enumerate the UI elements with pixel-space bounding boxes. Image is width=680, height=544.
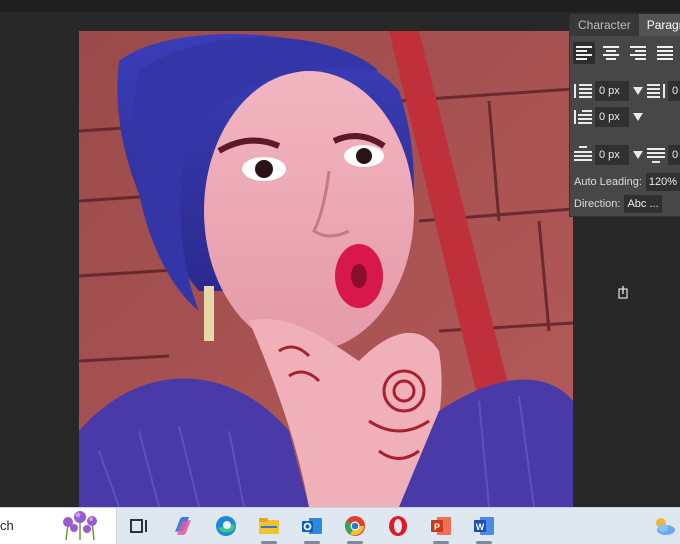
align-left-icon xyxy=(576,46,592,60)
align-center-icon xyxy=(603,46,619,60)
auto-leading-row: Auto Leading: 120% xyxy=(574,171,680,193)
align-center-button[interactable] xyxy=(600,42,622,64)
space-after-icon xyxy=(647,148,665,163)
top-bar xyxy=(0,0,680,12)
auto-leading-label: Auto Leading: xyxy=(574,176,642,188)
indent-left-field[interactable]: 0 px xyxy=(595,81,629,101)
paragraph-panel: Character Paragraph 0 px xyxy=(569,14,680,217)
first-line-indent-dropdown-icon[interactable] xyxy=(633,113,643,121)
svg-text:W: W xyxy=(476,522,485,532)
space-before-icon xyxy=(574,146,592,161)
panel-tabs: Character Paragraph xyxy=(570,14,680,36)
opera-icon[interactable] xyxy=(386,514,410,538)
space-after-field[interactable]: 0 xyxy=(668,145,680,165)
powerpoint-icon[interactable]: P xyxy=(429,514,453,538)
indent-right-icon xyxy=(647,84,665,98)
auto-leading-field[interactable]: 120% xyxy=(645,173,680,191)
word-icon[interactable]: W xyxy=(472,514,496,538)
indent-left-dropdown-icon[interactable] xyxy=(633,87,643,95)
space-before-dropdown-icon[interactable] xyxy=(633,151,643,159)
flowers-icon xyxy=(63,511,97,541)
first-line-indent-field[interactable]: 0 px xyxy=(595,107,629,127)
direction-label: Direction: xyxy=(574,198,621,210)
justify-button[interactable] xyxy=(654,42,676,64)
search-text: ch xyxy=(0,518,14,533)
taskbar-search[interactable]: ch xyxy=(0,508,117,544)
justify-icon xyxy=(657,46,673,60)
photo-illustration xyxy=(79,31,573,507)
first-line-indent-row: 0 px xyxy=(570,106,643,128)
taskbar: ch P W xyxy=(0,507,680,544)
task-view-icon[interactable] xyxy=(127,514,151,538)
outlook-icon[interactable] xyxy=(300,514,324,538)
file-explorer-icon[interactable] xyxy=(257,514,281,538)
copilot-icon[interactable] xyxy=(171,514,195,538)
edge-icon[interactable] xyxy=(214,514,238,538)
align-right-icon xyxy=(630,46,646,60)
space-before-field[interactable]: 0 px xyxy=(595,145,629,165)
first-line-indent-icon xyxy=(574,110,592,124)
alignment-buttons xyxy=(573,42,676,64)
text-cursor-icon xyxy=(618,286,628,299)
indent-right-field[interactable]: 0 xyxy=(668,81,680,101)
direction-dropdown[interactable]: Abc ... xyxy=(624,195,662,213)
align-left-button[interactable] xyxy=(573,42,595,64)
tab-paragraph[interactable]: Paragraph xyxy=(638,14,680,36)
direction-row: Direction: Abc ... xyxy=(574,193,662,215)
chrome-icon[interactable] xyxy=(343,514,367,538)
align-right-button[interactable] xyxy=(627,42,649,64)
spacing-row: 0 px 0 xyxy=(570,144,680,166)
canvas-image[interactable] xyxy=(79,31,573,507)
indent-left-icon xyxy=(574,84,592,98)
indent-row: 0 px 0 xyxy=(570,80,680,102)
weather-cloud-sun-icon[interactable] xyxy=(652,514,676,538)
svg-text:P: P xyxy=(434,522,440,532)
tab-character[interactable]: Character xyxy=(570,14,639,36)
